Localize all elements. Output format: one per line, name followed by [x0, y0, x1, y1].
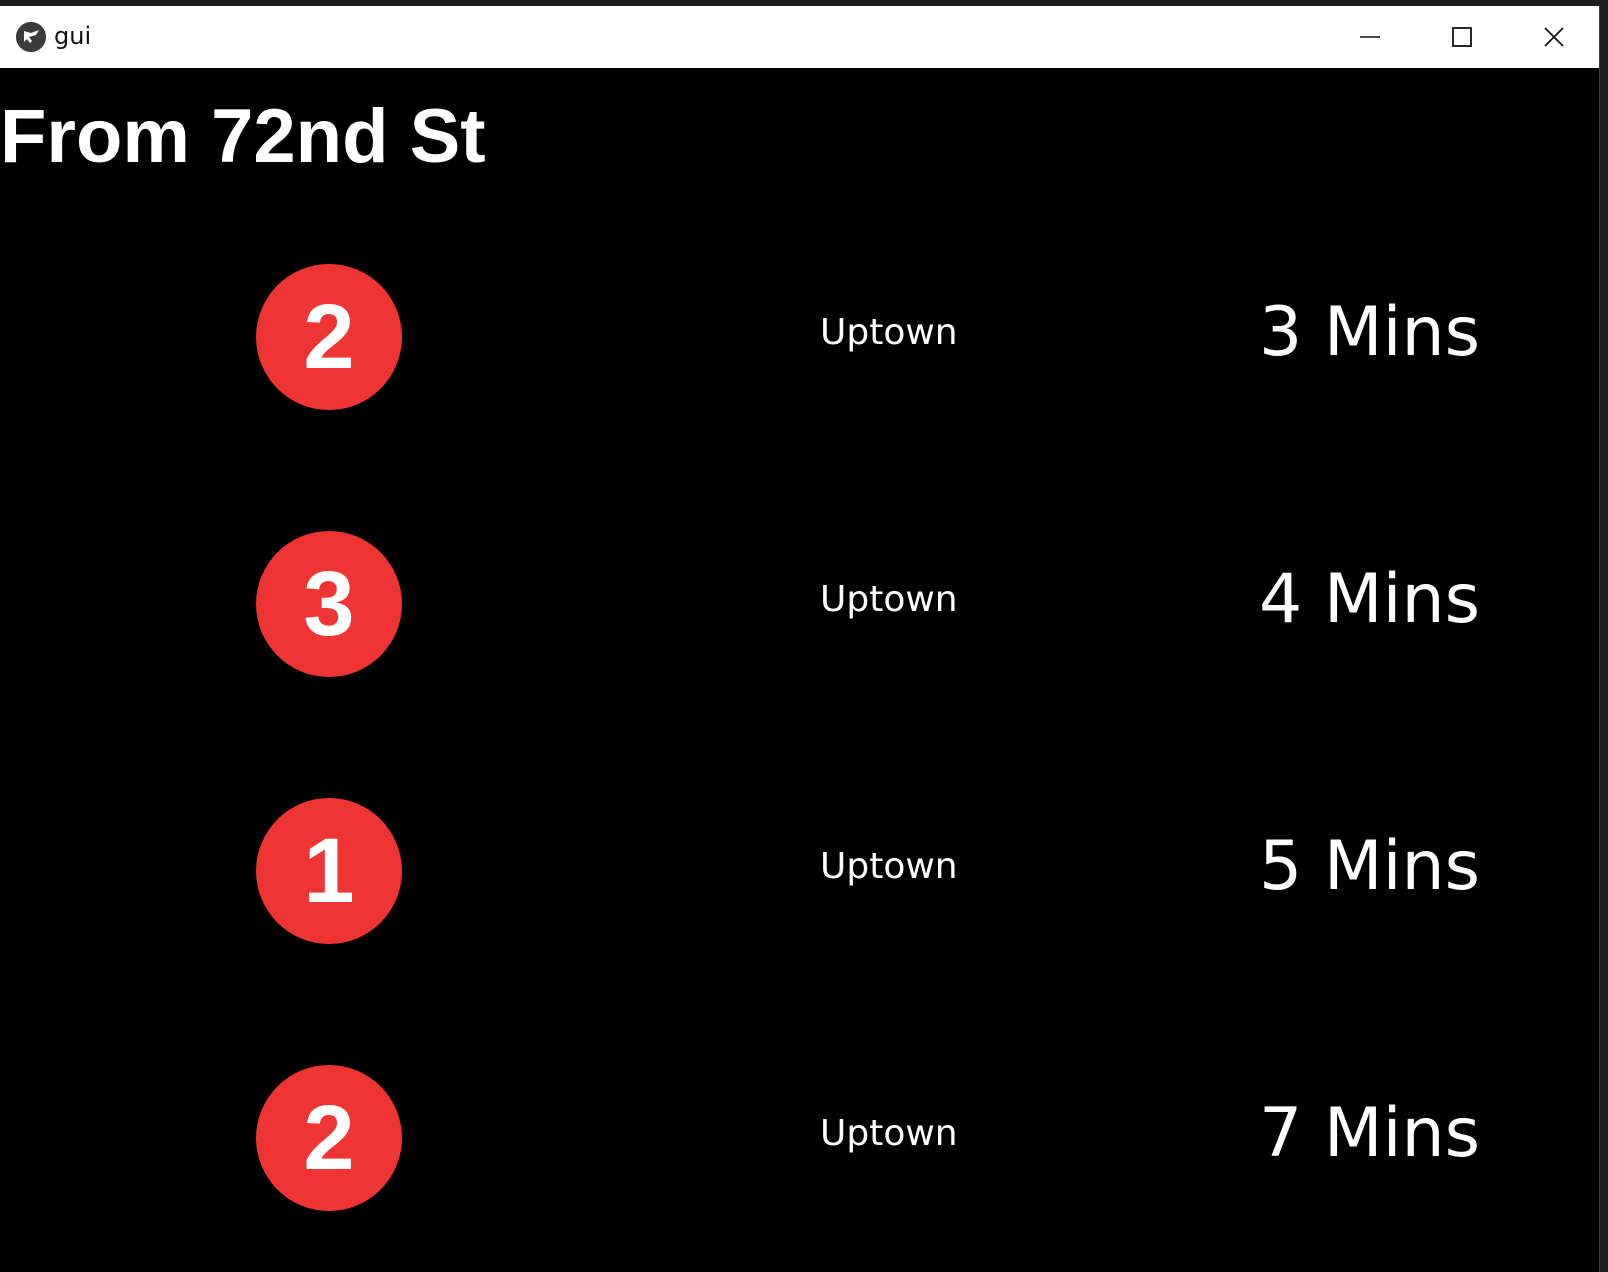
direction-label: Uptown	[820, 1113, 958, 1154]
route-bullet-icon: 2	[256, 264, 402, 410]
eta-label: 5 Mins	[1259, 827, 1480, 906]
route-bullet-icon: 3	[256, 531, 402, 677]
eta-label: 3 Mins	[1259, 293, 1480, 372]
maximize-icon	[1452, 27, 1472, 47]
close-button[interactable]	[1508, 6, 1599, 68]
direction-label: Uptown	[820, 846, 958, 887]
title-bar[interactable]: gui	[0, 6, 1599, 68]
app-window: gui From 72nd St 2 Uptown 3 Mins 3 Uptow…	[0, 6, 1600, 1272]
direction-label: Uptown	[820, 312, 958, 353]
eta-label: 7 Mins	[1259, 1094, 1480, 1173]
eta-label: 4 Mins	[1259, 560, 1480, 639]
route-bullet-icon: 1	[256, 798, 402, 944]
arrival-row: 3 Uptown 4 Mins	[0, 527, 1599, 677]
maximize-button[interactable]	[1416, 6, 1508, 68]
route-bullet-icon: 2	[256, 1065, 402, 1211]
minimize-button[interactable]	[1324, 6, 1416, 68]
direction-label: Uptown	[820, 579, 958, 620]
arrival-row: 1 Uptown 5 Mins	[0, 794, 1599, 944]
minimize-icon	[1360, 36, 1380, 38]
close-icon	[1544, 27, 1564, 47]
arrivals-board: From 72nd St 2 Uptown 3 Mins 3 Uptown 4 …	[0, 68, 1599, 1272]
arrival-row: 2 Uptown 7 Mins	[0, 1061, 1599, 1211]
station-title: From 72nd St	[0, 94, 486, 179]
arrival-row: 2 Uptown 3 Mins	[0, 260, 1599, 410]
app-icon	[16, 22, 46, 52]
window-title: gui	[54, 22, 92, 50]
